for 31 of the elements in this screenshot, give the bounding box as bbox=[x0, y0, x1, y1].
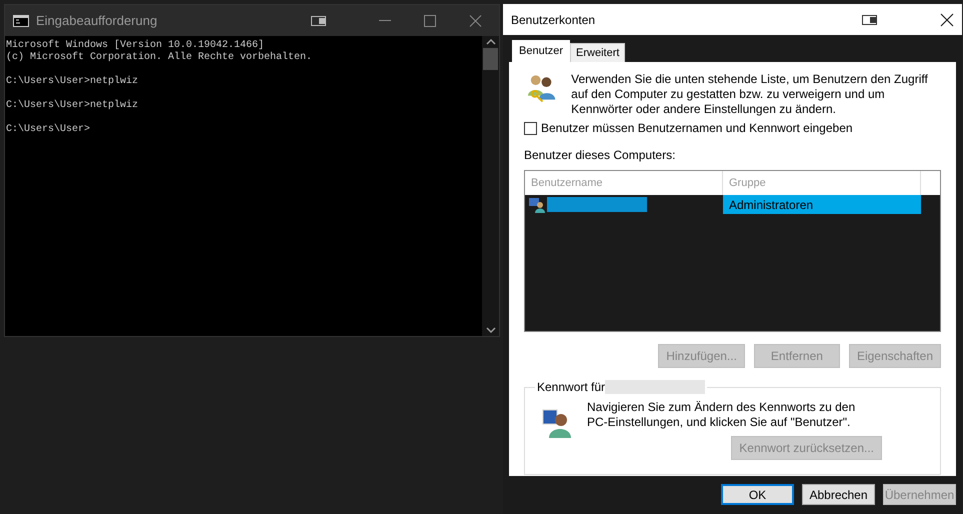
console-line: C:\Users\User>netplwiz bbox=[6, 100, 140, 112]
snap-layout-icon bbox=[311, 14, 327, 26]
snap-layout-icon bbox=[862, 14, 878, 26]
description-text: Navigieren Sie zum Ändern des Kennworts zu den PC-Einstellungen, und klicken Sie auf "Benutzer". bbox=[587, 400, 856, 430]
console-line: (c) Microsoft Corporation. Alle Rechte vorbehalten. bbox=[6, 52, 314, 64]
tab[interactable]: Erweitert bbox=[570, 43, 626, 62]
table-cell-text: Administratoren bbox=[728, 198, 814, 212]
terminal-icon bbox=[13, 14, 29, 26]
button[interactable]: OK bbox=[721, 484, 794, 505]
scrollbar[interactable] bbox=[482, 36, 499, 336]
checkbox-label[interactable]: Benutzer müssen Benutzernamen und Kennwort eingeben bbox=[541, 121, 853, 135]
description-text: Verwenden Sie die unten stehende Liste, um Benutzern den Zugriff auf den Computer zu gestatten bzw. zu verweigern und um Kennwörter oder andere Einstellungen zu ändern. bbox=[571, 72, 929, 117]
close-icon bbox=[940, 12, 954, 26]
close-icon bbox=[469, 14, 483, 26]
checkbox[interactable] bbox=[524, 122, 537, 134]
window-title: Eingabeaufforderung bbox=[36, 13, 158, 28]
window-title: Benutzerkonten bbox=[511, 12, 596, 26]
minimize-icon bbox=[379, 20, 391, 21]
list-row[interactable]: Administratoren bbox=[525, 195, 921, 214]
scroll-down-icon bbox=[486, 327, 496, 333]
scrollbar-thumb[interactable] bbox=[483, 48, 498, 70]
maximize-icon bbox=[423, 14, 437, 26]
button[interactable]: Abbrechen bbox=[802, 484, 875, 505]
list-label: Benutzer dieses Computers: bbox=[524, 148, 676, 162]
user-computer-icon bbox=[529, 196, 545, 212]
console-line: C:\Users\User> bbox=[6, 124, 92, 136]
console-line: Microsoft Windows [Version 10.0.19042.1466] bbox=[6, 40, 266, 52]
console-line: C:\Users\User>netplwiz bbox=[6, 76, 140, 88]
group-title: Kennwort für bbox=[537, 380, 606, 394]
tab[interactable]: Benutzer bbox=[512, 40, 570, 62]
scroll-up-icon bbox=[486, 39, 496, 45]
